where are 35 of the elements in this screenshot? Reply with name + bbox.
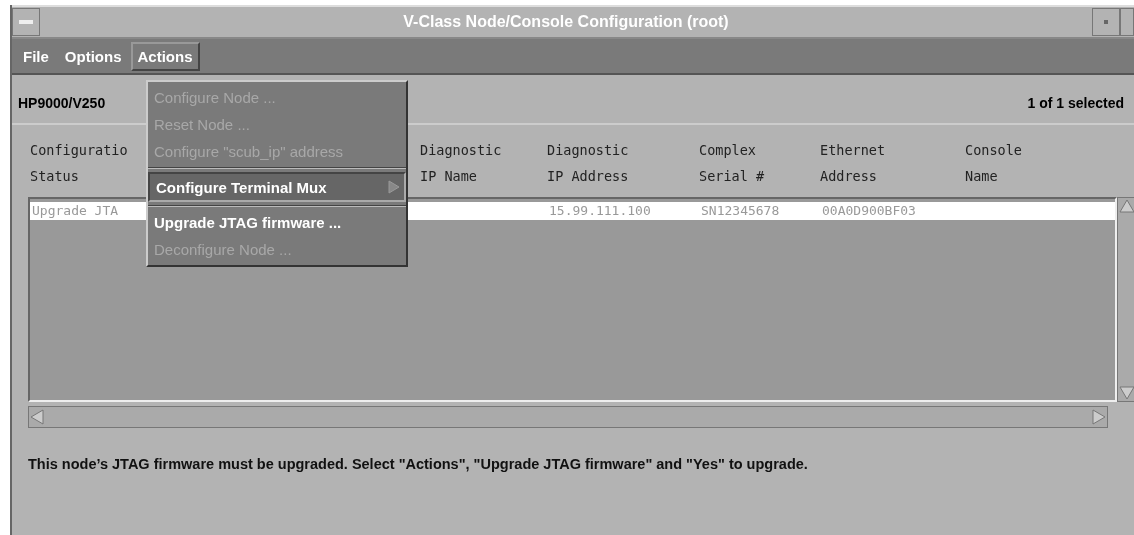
minimize-button[interactable] [1092,8,1120,36]
menu-item[interactable]: Configure Terminal Mux [148,172,406,202]
down-arrow-icon[interactable] [1118,385,1134,401]
column-header: Address [820,167,877,186]
column-header: Complex [699,141,756,160]
column-header: IP Address [547,167,629,186]
maximize-button[interactable] [1120,8,1134,36]
minus-icon [19,20,33,24]
column-header: IP Name [420,167,477,186]
table-cell-text: SN12345678 [700,202,780,220]
status-message: This node’s JTAG firmware must be upgraded. Select "Actions", "Upgrade JTAG firmware" and "Yes" to upgrade. [27,455,809,472]
column-header: Name [965,167,998,186]
vertical-scrollbar[interactable] [1117,197,1134,402]
menu-item[interactable]: Options [57,41,129,71]
right-arrow-icon[interactable] [1091,409,1107,425]
horizontal-scrollbar[interactable] [28,406,1108,428]
system-model-label: HP9000/V250 [18,95,106,111]
left-arrow-icon[interactable] [29,409,45,425]
column-header: Status [30,167,79,186]
column-header: Diagnostic [547,141,629,160]
table-cell-text: Upgrade JTA [31,202,119,220]
column-header: Configuratio [30,141,128,160]
column-header: Diagnostic [420,141,502,160]
up-arrow-icon[interactable] [1118,198,1134,214]
table-cell-text: 00A0D900BF03 [821,202,916,220]
menu-item[interactable]: Actions [130,41,200,71]
column-header: Console [965,141,1022,160]
selection-count: 1 of 1 selected [1027,95,1124,111]
window-title: V-Class Node/Console Configuration (root) [402,13,730,31]
table-cell-text: 15.99.111.100 [548,202,651,220]
menu-item[interactable]: File [16,41,56,71]
column-header: Ethernet [820,141,886,160]
submenu-arrow-icon [388,180,400,194]
column-header: Serial # [699,167,765,186]
window-menu-button[interactable] [12,8,40,36]
